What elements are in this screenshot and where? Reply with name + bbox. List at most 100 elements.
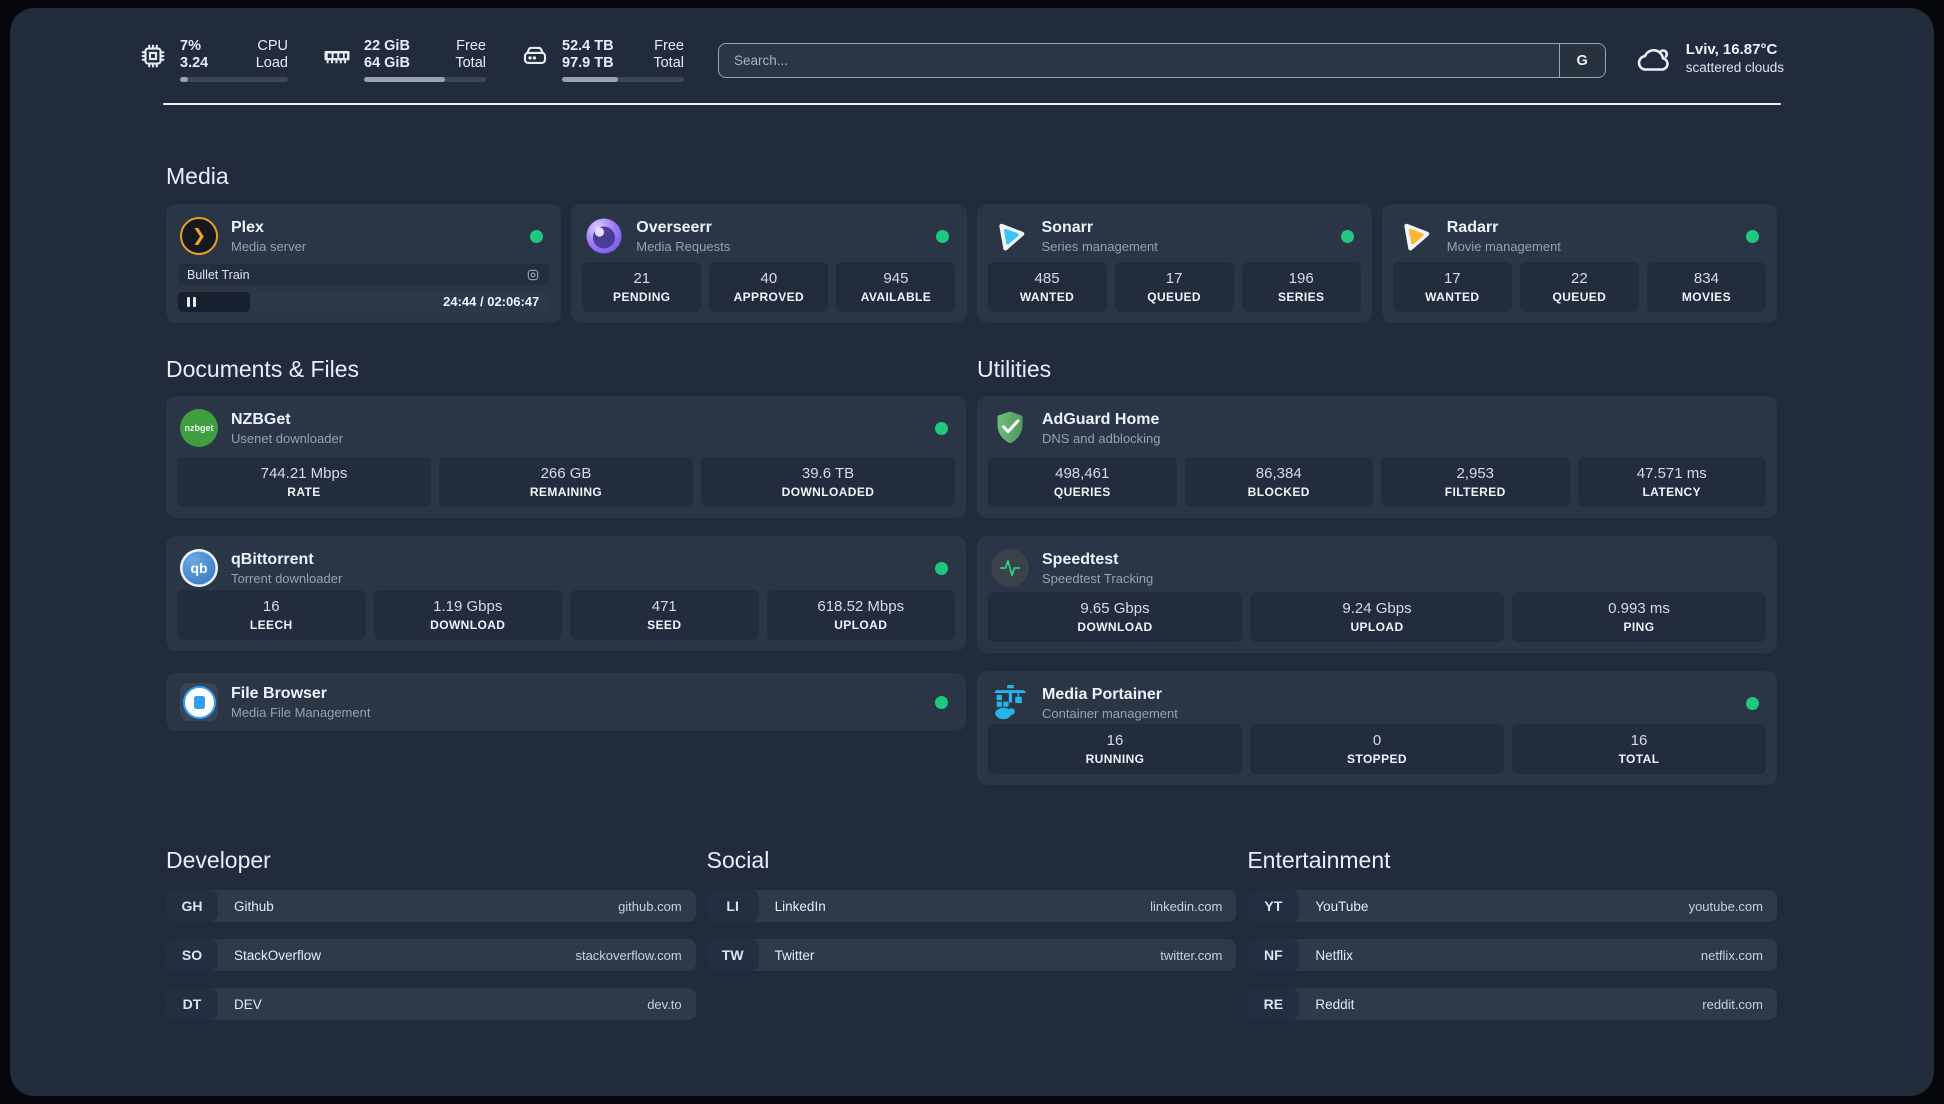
- link-prefix: SO: [166, 939, 218, 971]
- app-subtitle: Speedtest Tracking: [1042, 570, 1154, 586]
- link-twitter[interactable]: TW Twitter twitter.com: [706, 939, 1237, 971]
- section-title-media: Media: [166, 163, 229, 189]
- filebrowser-icon: [180, 683, 218, 721]
- disk-free-label: Free: [654, 38, 684, 54]
- cpu-stat: 7% CPU 3.24 Load: [138, 38, 288, 82]
- link-name: Github: [234, 898, 274, 914]
- stat-wanted: 17 WANTED: [1392, 262, 1512, 312]
- ram-stat: 22 GiB Free 64 GiB Total: [322, 38, 486, 82]
- search-engine-button[interactable]: G: [1558, 44, 1605, 77]
- link-url: netflix.com: [1700, 947, 1763, 963]
- stat-download: 9.65 Gbps DOWNLOAD: [988, 592, 1242, 642]
- cpu-load-value: 3.24: [180, 55, 209, 71]
- weather-widget: Lviv, 16.87°C scattered clouds: [1636, 40, 1784, 77]
- section-title-utilities: Utilities: [977, 356, 1052, 382]
- top-bar: 7% CPU 3.24 Load 22 GiB Free 64 GiB Total: [10, 8, 1934, 82]
- ram-total-label: Total: [455, 55, 486, 71]
- ram-progress-bar: [364, 77, 486, 82]
- status-dot: [935, 695, 948, 709]
- link-name: YouTube: [1315, 898, 1369, 914]
- link-dev[interactable]: DT DEV dev.to: [166, 988, 696, 1020]
- link-stackoverflow[interactable]: SO StackOverflow stackoverflow.com: [166, 939, 696, 971]
- overseerr-icon: [586, 218, 622, 254]
- status-dot: [935, 421, 948, 435]
- stat-blocked: 86,384 BLOCKED: [1184, 457, 1373, 507]
- radarr-card[interactable]: Radarr Movie management 17 WANTED 22 QUEUE…: [1381, 204, 1777, 323]
- social-column: Social LI LinkedIn linkedin.com TW Twitt…: [706, 847, 1237, 1037]
- stat-queued: 22 QUEUED: [1519, 262, 1639, 312]
- app-subtitle: Media File Management: [231, 704, 371, 720]
- overseerr-card[interactable]: Overseerr Media Requests 21 PENDING 40 APP…: [571, 204, 967, 323]
- link-url: youtube.com: [1688, 898, 1763, 914]
- qbittorrent-card[interactable]: qb qBittorrent Torrent downloader 16 LEEC…: [166, 536, 966, 651]
- speedtest-card[interactable]: Speedtest Speedtest Tracking 9.65 Gbps DO…: [977, 536, 1777, 653]
- adguard-card[interactable]: AdGuard Home DNS and adblocking 498,461 Q…: [977, 396, 1777, 518]
- pause-icon: [187, 297, 196, 307]
- nzbget-icon: nzbget: [180, 409, 218, 447]
- link-url: reddit.com: [1702, 996, 1763, 1012]
- app-subtitle: Container management: [1042, 705, 1178, 721]
- app-name: Speedtest: [1042, 550, 1119, 568]
- app-subtitle: Usenet downloader: [231, 430, 344, 446]
- plex-card[interactable]: ❯ Plex Media server Bullet Train 24:44 /…: [166, 204, 562, 323]
- stat-upload: 9.24 Gbps UPLOAD: [1250, 592, 1504, 642]
- stat-seed: 471 SEED: [570, 590, 759, 640]
- app-subtitle: Media Requests: [636, 238, 731, 254]
- status-dot: [1746, 229, 1759, 243]
- section-title-developer: Developer: [166, 847, 271, 873]
- link-reddit[interactable]: RE Reddit reddit.com: [1247, 988, 1777, 1020]
- link-url: linkedin.com: [1150, 898, 1223, 914]
- cpu-icon: [141, 44, 165, 68]
- media-card-grid: ❯ Plex Media server Bullet Train 24:44 /…: [166, 204, 1777, 323]
- sonarr-card[interactable]: Sonarr Series management 485 WANTED 17 QUE…: [976, 204, 1372, 323]
- plex-icon: ❯: [180, 217, 218, 255]
- link-youtube[interactable]: YT YouTube youtube.com: [1247, 890, 1777, 922]
- qbittorrent-icon: qb: [180, 549, 218, 587]
- nzbget-card[interactable]: nzbget NZBGet Usenet downloader 744.21 M…: [166, 396, 966, 518]
- link-name: DEV: [234, 996, 262, 1012]
- documents-column: Documents & Files nzbget NZBGet Usenet d…: [166, 356, 966, 785]
- disk-total-value: 97.9 TB: [562, 55, 614, 71]
- link-linkedin[interactable]: LI LinkedIn linkedin.com: [706, 890, 1237, 922]
- stat-stopped: 0 STOPPED: [1250, 724, 1504, 774]
- cpu-label: CPU: [257, 38, 288, 54]
- stat-leech: 16 LEECH: [177, 590, 366, 640]
- app-subtitle: DNS and adblocking: [1042, 430, 1161, 446]
- search-input[interactable]: [719, 44, 1559, 77]
- portainer-icon: [994, 684, 1027, 720]
- session-device-icon: [528, 269, 539, 280]
- link-url: github.com: [618, 898, 682, 914]
- filebrowser-card[interactable]: File Browser Media File Management: [166, 673, 966, 731]
- link-netflix[interactable]: NF Netflix netflix.com: [1247, 939, 1777, 971]
- status-dot: [935, 229, 949, 243]
- link-prefix: LI: [706, 890, 759, 922]
- entertainment-column: Entertainment YT YouTube youtube.com NF …: [1247, 847, 1777, 1037]
- link-url: stackoverflow.com: [575, 947, 682, 963]
- system-stats: 7% CPU 3.24 Load 22 GiB Free 64 GiB Total: [138, 38, 684, 82]
- now-playing-title: Bullet Train: [187, 267, 250, 282]
- link-github[interactable]: GH Github github.com: [166, 890, 696, 922]
- disk-progress-bar: [562, 77, 684, 82]
- app-name: Plex: [231, 218, 264, 236]
- app-name: Overseerr: [636, 218, 712, 236]
- stat-download: 1.19 Gbps DOWNLOAD: [373, 590, 562, 640]
- app-name: qBittorrent: [231, 550, 314, 568]
- status-dot: [935, 561, 948, 575]
- stat-downloaded: 39.6 TB DOWNLOADED: [701, 457, 955, 507]
- disk-stat: 52.4 TB Free 97.9 TB Total: [520, 38, 684, 82]
- app-name: AdGuard Home: [1042, 410, 1160, 428]
- cloud-icon: [1637, 48, 1669, 71]
- header-divider: [163, 103, 1781, 105]
- weather-location: Lviv, 16.87°C: [1685, 41, 1778, 58]
- ram-icon: [324, 51, 350, 64]
- ram-free-label: Free: [456, 38, 486, 54]
- disk-icon: [523, 46, 547, 64]
- stat-available: 945 AVAILABLE: [836, 262, 956, 312]
- link-name: StackOverflow: [234, 947, 322, 963]
- stat-pending: 21 PENDING: [582, 262, 702, 312]
- section-title-social: Social: [706, 847, 770, 873]
- search-bar[interactable]: G: [718, 43, 1606, 78]
- portainer-card[interactable]: Media Portainer Container management 16 R…: [977, 671, 1777, 785]
- app-name: File Browser: [231, 684, 328, 702]
- stat-total: 16 TOTAL: [1512, 724, 1766, 774]
